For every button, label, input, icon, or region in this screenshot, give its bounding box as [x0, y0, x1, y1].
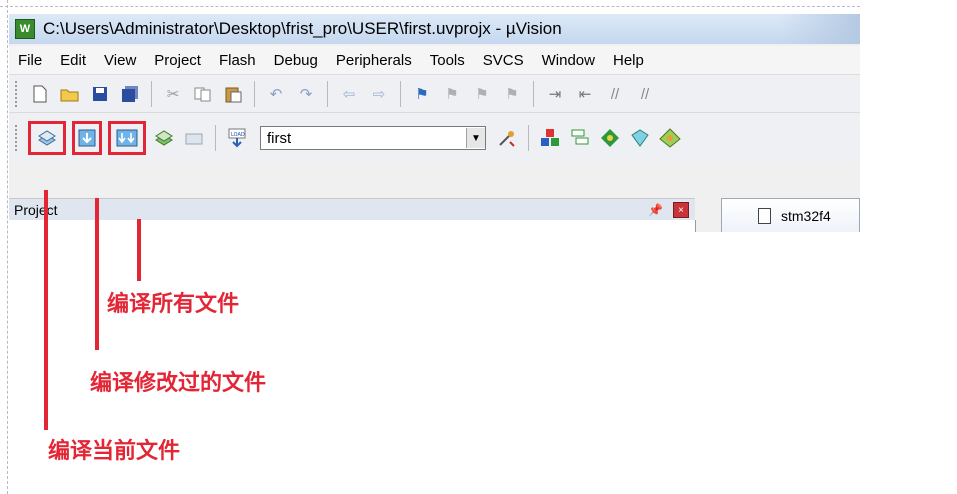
- title-bar-fade: [780, 14, 860, 44]
- save-all-icon[interactable]: [119, 83, 141, 105]
- menu-help[interactable]: Help: [604, 52, 653, 69]
- toolbar-separator: [327, 81, 328, 107]
- annotation-label-build-current: 编译当前文件: [48, 439, 181, 464]
- indent-icon[interactable]: ⇥: [544, 83, 566, 105]
- toolbar-separator: [151, 81, 152, 107]
- menu-view[interactable]: View: [95, 52, 145, 69]
- target-select-value: first: [267, 129, 292, 147]
- save-icon[interactable]: [89, 83, 111, 105]
- uvision-icon: W: [15, 19, 35, 39]
- toolbar-grip[interactable]: [15, 81, 21, 107]
- menu-flash[interactable]: Flash: [210, 52, 265, 69]
- options-for-target-icon[interactable]: [496, 127, 518, 149]
- document-icon: [758, 207, 771, 224]
- translate-current-file-button[interactable]: [28, 121, 66, 155]
- toolbar-grip[interactable]: [15, 125, 21, 151]
- paste-icon[interactable]: [222, 83, 244, 105]
- menu-edit[interactable]: Edit: [51, 52, 95, 69]
- uvision-window: W C:\Users\Administrator\Desktop\frist_p…: [9, 14, 860, 232]
- open-folder-icon[interactable]: [59, 83, 81, 105]
- target-select[interactable]: first ▼: [260, 126, 486, 150]
- toolbar-separator: [215, 125, 216, 151]
- navigate-forward-icon[interactable]: ⇨: [368, 83, 390, 105]
- copy-icon[interactable]: [192, 83, 214, 105]
- insert-bookmark-icon[interactable]: ⚑: [411, 83, 433, 105]
- next-bookmark-icon[interactable]: ⚑: [471, 83, 493, 105]
- project-panel-title: Project: [14, 202, 58, 218]
- project-panel-header: Project 📌 ×: [9, 198, 695, 221]
- editor-tab[interactable]: stm32f4: [721, 198, 860, 232]
- unindent-icon[interactable]: ⇤: [574, 83, 596, 105]
- rebuild-all-files-button[interactable]: [108, 121, 146, 155]
- previous-bookmark-icon[interactable]: ⚑: [441, 83, 463, 105]
- cut-icon[interactable]: ✂: [162, 83, 184, 105]
- title-bar[interactable]: W C:\Users\Administrator\Desktop\frist_p…: [9, 14, 860, 44]
- left-ruler-border: [0, 0, 8, 494]
- batch-build-icon[interactable]: [153, 127, 175, 149]
- annotation-line-build-changed: [95, 198, 99, 350]
- toolbar-separator: [254, 81, 255, 107]
- pin-icon[interactable]: 📌: [648, 203, 663, 217]
- close-icon[interactable]: ×: [673, 202, 689, 218]
- toolbar-separator: [528, 125, 529, 151]
- undo-icon[interactable]: ↶: [265, 83, 287, 105]
- manage-rte-icon[interactable]: [599, 127, 621, 149]
- pack-installer-icon[interactable]: [629, 127, 651, 149]
- build-changed-files-button[interactable]: [72, 121, 102, 155]
- editor-tab-label: stm32f4: [781, 207, 831, 224]
- file-toolbar: ✂ ↶ ↷ ⇦ ⇨ ⚑ ⚑ ⚑ ⚑ ⇥ ⇤ // //: [9, 76, 860, 113]
- menu-file[interactable]: File: [9, 52, 51, 69]
- chevron-down-icon[interactable]: ▼: [466, 128, 485, 148]
- select-packs-icon[interactable]: [569, 127, 591, 149]
- top-ruler-border: [0, 0, 860, 7]
- menu-svcs[interactable]: SVCS: [474, 52, 533, 69]
- menu-project[interactable]: Project: [145, 52, 210, 69]
- annotation-line-build-current: [44, 190, 48, 430]
- download-load-icon[interactable]: LOAD: [226, 127, 248, 149]
- rebuild-icon: [116, 129, 138, 147]
- menu-window[interactable]: Window: [533, 52, 604, 69]
- menu-bar: File Edit View Project Flash Debug Perip…: [9, 46, 860, 75]
- menu-debug[interactable]: Debug: [265, 52, 327, 69]
- annotation-line-build-all: [137, 219, 141, 281]
- comment-selection-icon[interactable]: //: [604, 83, 626, 105]
- annotation-label-build-changed: 编译修改过的文件: [90, 371, 267, 396]
- menu-peripherals[interactable]: Peripherals: [327, 52, 421, 69]
- manage-project-items-icon[interactable]: [539, 127, 561, 149]
- redo-icon[interactable]: ↷: [295, 83, 317, 105]
- menu-tools[interactable]: Tools: [421, 52, 474, 69]
- uncomment-selection-icon[interactable]: //: [634, 83, 656, 105]
- software-packs-icon[interactable]: [659, 127, 681, 149]
- build-icon: [78, 129, 96, 147]
- window-title: C:\Users\Administrator\Desktop\frist_pro…: [43, 19, 562, 38]
- translate-icon: [38, 130, 56, 146]
- build-toolbar: LOAD first ▼: [9, 113, 860, 163]
- toolbar-separator: [400, 81, 401, 107]
- stop-build-icon[interactable]: [183, 127, 205, 149]
- annotation-label-build-all: 编译所有文件: [107, 292, 240, 317]
- clear-bookmarks-icon[interactable]: ⚑: [501, 83, 523, 105]
- panel-controls: 📌 ×: [648, 202, 689, 218]
- new-file-icon[interactable]: [29, 83, 51, 105]
- toolbar-separator: [533, 81, 534, 107]
- svg-text:LOAD: LOAD: [231, 132, 245, 138]
- project-tree[interactable]: [9, 220, 696, 232]
- navigate-back-icon[interactable]: ⇦: [338, 83, 360, 105]
